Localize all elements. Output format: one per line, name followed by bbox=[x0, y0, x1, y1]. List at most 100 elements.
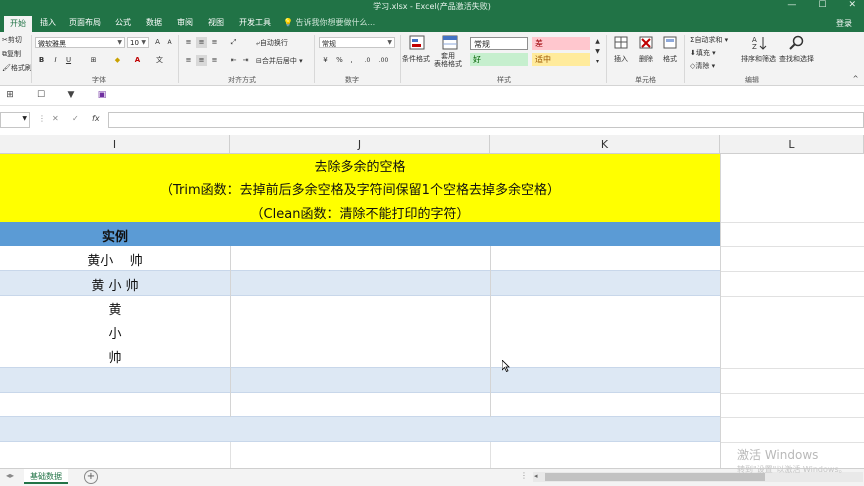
delete-cells-button[interactable]: 删除 bbox=[639, 54, 653, 64]
insert-cells-button[interactable]: 插入 bbox=[614, 54, 628, 64]
underline-button[interactable]: U bbox=[63, 55, 74, 66]
grid-icon[interactable]: ⊞ bbox=[4, 90, 16, 102]
title-line-1: 去除多余的空格 bbox=[314, 160, 406, 175]
column-header-j[interactable]: J bbox=[230, 135, 490, 154]
tab-data[interactable]: 数据 bbox=[146, 17, 162, 28]
decrease-font-icon[interactable]: A bbox=[164, 37, 175, 48]
number-format-combo[interactable]: 常规 ▼ bbox=[319, 37, 395, 48]
chevron-down-icon[interactable]: ▼ bbox=[22, 115, 27, 122]
tab-page-layout[interactable]: 页面布局 bbox=[69, 17, 101, 28]
cut-button[interactable]: ✂剪切 bbox=[2, 35, 22, 45]
align-bottom-icon[interactable]: ≡ bbox=[209, 37, 220, 48]
sheet-nav-icon[interactable]: ◂▸ bbox=[6, 471, 14, 480]
align-right-icon[interactable]: ≡ bbox=[209, 55, 220, 66]
font-size-combo[interactable]: 10 ▼ bbox=[127, 37, 149, 48]
phonetic-icon[interactable]: 文 bbox=[154, 55, 165, 66]
formula-input[interactable] bbox=[108, 112, 864, 128]
fill-color-icon[interactable]: ◆ bbox=[112, 55, 123, 66]
wrap-text-label: 自动换行 bbox=[259, 39, 288, 47]
wrap-text-button[interactable]: ⤶自动换行 bbox=[256, 38, 288, 48]
autosum-label: 自动求和 bbox=[694, 36, 723, 44]
worksheet-grid[interactable]: I J K L 去除多余的空格 （Trim函数：去掉前后多余空格及字符间保留1个… bbox=[0, 135, 864, 468]
formula-bar: ▼ ⋮ ✕ ✓ fx bbox=[0, 111, 864, 129]
style-neutral[interactable]: 适中 bbox=[532, 53, 590, 66]
merge-center-button[interactable]: ⊟合并后居中 ▾ bbox=[256, 56, 303, 66]
fill-button[interactable]: ⬇填充 ▾ bbox=[690, 48, 716, 58]
minimize-icon[interactable]: — bbox=[787, 0, 796, 10]
currency-icon[interactable]: ¥ bbox=[320, 55, 331, 66]
scrollbar-thumb[interactable] bbox=[545, 473, 765, 481]
chevron-down-icon[interactable]: ▼ bbox=[387, 39, 392, 46]
copy-button[interactable]: ⧉复制 bbox=[2, 49, 21, 59]
select-icon[interactable]: ☐ bbox=[35, 90, 47, 102]
sheet-tab-base-data[interactable]: 基础数据 bbox=[24, 469, 68, 484]
add-sheet-icon[interactable]: + bbox=[84, 470, 98, 484]
name-box[interactable]: ▼ bbox=[0, 112, 30, 128]
font-name-combo[interactable]: 微软雅黑 ▼ bbox=[35, 37, 125, 48]
bold-button[interactable]: B bbox=[36, 55, 47, 66]
tab-formulas[interactable]: 公式 bbox=[115, 17, 131, 28]
tell-me-box[interactable]: 💡 告诉我你想要做什么... bbox=[283, 17, 375, 28]
collapse-ribbon-icon[interactable]: ^ bbox=[850, 74, 861, 85]
more-icon: ⋮ bbox=[38, 114, 46, 123]
example-cell-3a: 黄 bbox=[108, 303, 122, 318]
merge-center-label: 合并后居中 bbox=[261, 57, 297, 65]
styles-more-icon[interactable]: ▾ bbox=[592, 56, 603, 67]
column-header-i[interactable]: I bbox=[0, 135, 230, 154]
title-bar: 学习.xlsx - Excel(产品激活失败) — ☐ ✕ bbox=[0, 0, 864, 14]
scroll-left-icon[interactable]: ◂ bbox=[534, 472, 538, 480]
table-row[interactable] bbox=[0, 417, 720, 442]
align-left-icon[interactable]: ≡ bbox=[183, 55, 194, 66]
decrease-decimal-icon[interactable]: .00 bbox=[378, 55, 389, 66]
chevron-down-icon[interactable]: ▼ bbox=[117, 39, 122, 46]
format-painter-button[interactable]: 🖌格式刷 bbox=[2, 63, 32, 73]
align-top-icon[interactable]: ≡ bbox=[183, 37, 194, 48]
fx-icon[interactable]: fx bbox=[92, 114, 100, 123]
style-good[interactable]: 好 bbox=[470, 53, 528, 66]
border-icon[interactable]: ⊞ bbox=[88, 55, 99, 66]
enter-icon[interactable]: ✓ bbox=[72, 114, 79, 123]
insert-cells-icon bbox=[614, 36, 628, 49]
styles-group-label: 样式 bbox=[497, 76, 511, 84]
tab-insert[interactable]: 插入 bbox=[40, 17, 56, 28]
percent-icon[interactable]: % bbox=[334, 55, 345, 66]
filter-icon[interactable]: ▼ bbox=[65, 90, 77, 102]
align-center-icon[interactable]: ≡ bbox=[196, 55, 207, 66]
orientation-icon[interactable]: ⤢ bbox=[228, 37, 239, 48]
increase-font-icon[interactable]: A bbox=[152, 37, 163, 48]
conditional-format-button[interactable]: 条件格式 bbox=[402, 54, 430, 64]
maximize-icon[interactable]: ☐ bbox=[818, 0, 826, 10]
save-icon[interactable]: ▣ bbox=[96, 90, 108, 102]
table-row[interactable] bbox=[0, 393, 720, 417]
outdent-icon[interactable]: ⇥ bbox=[240, 55, 251, 66]
close-icon[interactable]: ✕ bbox=[848, 0, 856, 10]
find-select-button[interactable]: 查找和选择 bbox=[779, 54, 814, 64]
increase-decimal-icon[interactable]: .0 bbox=[362, 55, 373, 66]
tab-view[interactable]: 视图 bbox=[208, 17, 224, 28]
italic-button[interactable]: I bbox=[50, 55, 61, 66]
tab-developer[interactable]: 开发工具 bbox=[239, 17, 271, 28]
column-header-k[interactable]: K bbox=[490, 135, 720, 154]
autosum-button[interactable]: Σ自动求和 ▾ bbox=[690, 35, 728, 45]
format-cells-icon bbox=[663, 36, 677, 49]
table-format-button[interactable]: 套用 表格格式 bbox=[434, 52, 462, 68]
watermark-line-2: 转到"设置"以激活 Windows。 bbox=[737, 465, 847, 474]
clear-button[interactable]: ◇清除 ▾ bbox=[690, 61, 715, 71]
style-bad[interactable]: 差 bbox=[532, 37, 590, 50]
align-middle-icon[interactable]: ≡ bbox=[196, 37, 207, 48]
indent-icon[interactable]: ⇤ bbox=[228, 55, 239, 66]
login-link[interactable]: 登录 bbox=[836, 18, 852, 29]
editing-group-label: 编辑 bbox=[745, 76, 759, 84]
tab-review[interactable]: 审阅 bbox=[177, 17, 193, 28]
table-row[interactable] bbox=[0, 368, 720, 393]
chevron-down-icon[interactable]: ▼ bbox=[141, 39, 146, 46]
comma-icon[interactable]: , bbox=[346, 55, 357, 66]
tab-home[interactable]: 开始 bbox=[4, 16, 32, 32]
style-normal[interactable]: 常规 bbox=[470, 37, 528, 50]
format-cells-button[interactable]: 格式 bbox=[663, 54, 677, 64]
font-color-icon[interactable]: A bbox=[132, 55, 143, 66]
column-header-l[interactable]: L bbox=[720, 135, 864, 154]
cancel-icon[interactable]: ✕ bbox=[52, 114, 59, 123]
cells-group-label: 单元格 bbox=[635, 76, 656, 84]
sort-filter-button[interactable]: 排序和筛选 bbox=[741, 54, 776, 64]
